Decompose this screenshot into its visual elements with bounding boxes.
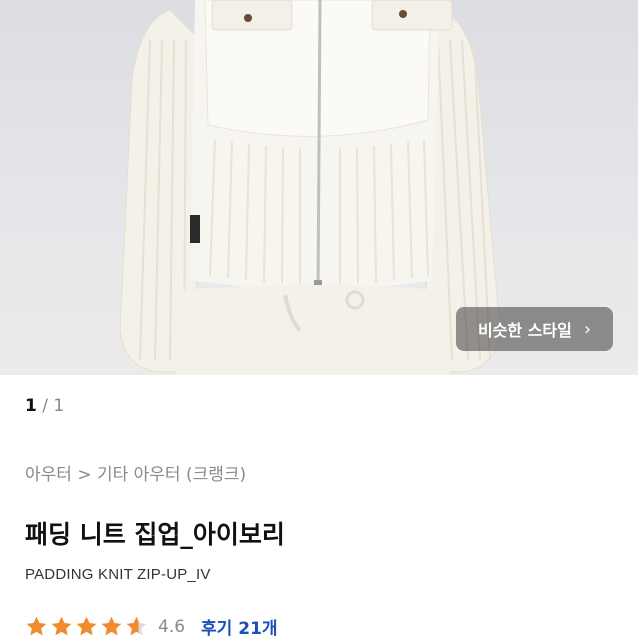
rating-score: 4.6 [158,616,186,637]
similar-style-label: 비슷한 스타일 [477,321,572,340]
star-icon [76,616,97,636]
star-icon [26,616,47,636]
reviews-link[interactable]: 후기 21개 [201,614,278,639]
star-icon [101,616,122,636]
image-pager: 1 / 1 [25,396,64,416]
rating-row: 4.6 후기 21개 [25,614,278,639]
product-title: 패딩 니트 집업_아이보리 [25,520,285,549]
product-image[interactable]: 비슷한 스타일 › [0,0,638,375]
pager-current: 1 [25,396,37,416]
similar-style-button[interactable]: 비슷한 스타일 › [456,307,613,351]
pager-total: 1 [53,396,65,416]
category-breadcrumb[interactable]: 아우터 > 기타 아우터 (크랭크) [25,460,246,485]
product-subtitle: PADDING KNIT ZIP-UP_IV [25,566,211,583]
pager-separator: / [42,396,48,416]
rating-stars [25,615,148,638]
chevron-right-icon: › [583,318,592,340]
star-icon [126,616,147,636]
star-icon [51,616,72,636]
